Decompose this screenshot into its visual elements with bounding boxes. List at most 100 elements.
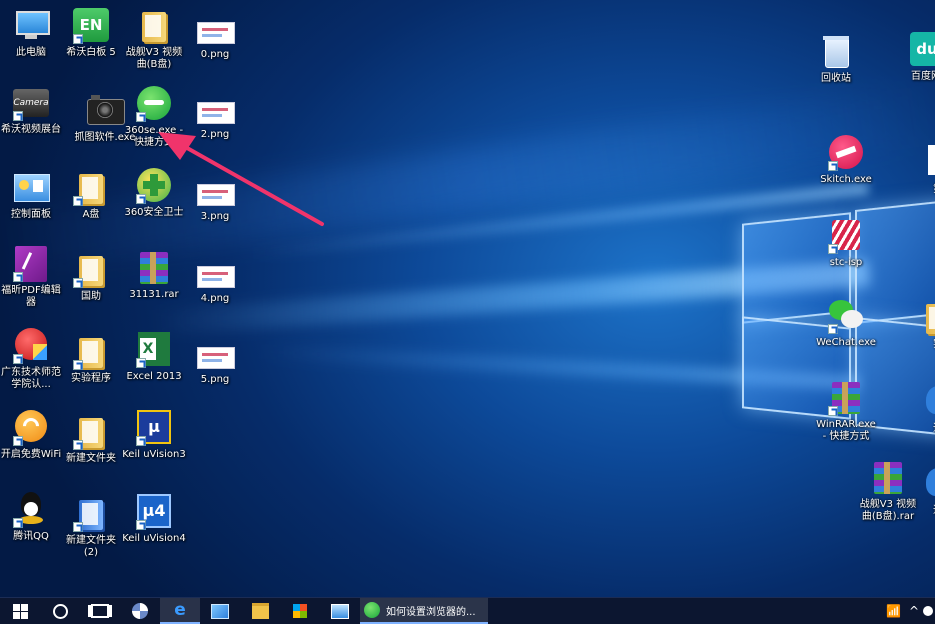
desktop-icon-seewo-camera[interactable]: Camera 希沃视频展台 <box>0 85 64 136</box>
fan-app-icon <box>132 603 148 619</box>
desktop-icon-new-folder-2[interactable]: 新建文件夹 (2) <box>58 496 124 559</box>
desktop-icon-label: 百度网 <box>911 71 935 82</box>
desktop-icon-label: 新建文件夹 (2) <box>66 535 116 558</box>
desktop-icon-label: 国助 <box>81 291 101 302</box>
taskbar: e 如何设置浏览器的... 📶 ^ <box>0 597 935 624</box>
task-view-button[interactable] <box>80 598 120 624</box>
360-browser-icon <box>136 86 172 122</box>
document-icon <box>920 145 935 181</box>
desktop[interactable]: 此电脑 Camera 希沃视频展台 控制面板 福昕PDF编辑器 广东技术师范学院… <box>0 0 935 597</box>
input-method-icon[interactable] <box>923 606 933 616</box>
desktop-icon-a-drive-folder[interactable]: A盘 <box>58 170 124 221</box>
folder-icon <box>136 8 172 44</box>
desktop-icon-label: 此电脑 <box>16 47 46 58</box>
desktop-icon-label: 4.png <box>200 293 230 304</box>
desktop-icon-label: 实 <box>905 339 935 351</box>
desktop-icon-label: 31131.rar <box>129 289 179 300</box>
desktop-icon-label: 第 <box>905 184 935 196</box>
desktop-icon-label: 福昕PDF编辑器 <box>1 285 61 308</box>
camera-app-icon: Camera <box>13 85 49 121</box>
desktop-icon-campus-auth[interactable]: 广东技术师范学院认... <box>0 328 64 391</box>
desktop-icon-label: 希沃视频展台 <box>1 124 61 135</box>
search-button[interactable] <box>40 598 80 624</box>
desktop-icon-qq[interactable]: 腾讯QQ <box>0 492 64 543</box>
desktop-icon-0-png[interactable]: 0.png <box>182 10 248 61</box>
taskbar-pin-paint[interactable] <box>200 598 240 624</box>
thunder-icon <box>920 466 935 502</box>
file-explorer-icon <box>251 603 269 619</box>
taskbar-window-browser[interactable]: 如何设置浏览器的... <box>360 598 488 624</box>
desktop-icon-seewo-whiteboard[interactable]: EN 希沃白板 5 <box>58 8 124 59</box>
start-icon <box>12 603 28 619</box>
desktop-icon-label: 战舰V3 视频曲(B盘) <box>125 47 183 70</box>
taskbar-pin-store[interactable] <box>280 598 320 624</box>
desktop-icon-excel-2013[interactable]: X Excel 2013 <box>121 332 187 383</box>
baidu-du-icon: du <box>908 32 935 68</box>
excel-icon: X <box>136 332 172 368</box>
folder-icon <box>73 414 109 450</box>
taskbar-pin-fan-app[interactable] <box>120 598 160 624</box>
wifi-icon[interactable]: 📶 <box>882 604 905 618</box>
desktop-icon-thunder[interactable]: 迅 <box>905 384 935 435</box>
wifi-app-icon <box>13 410 49 446</box>
paint-icon <box>211 603 229 619</box>
taskbar-window-title: 如何设置浏览器的... <box>386 606 476 618</box>
recycle-bin-icon <box>818 34 854 70</box>
desktop-icon-guozhu-folder[interactable]: 国助 <box>58 252 124 303</box>
desktop-icon-thunder-2[interactable]: 迅 <box>905 466 935 517</box>
control-panel-icon <box>13 170 50 206</box>
desktop-icon-label: A盘 <box>82 209 100 220</box>
desktop-icon-label: 开启免费WiFi <box>0 449 62 460</box>
desktop-icon-baidu[interactable]: du 百度网 <box>893 32 935 83</box>
desktop-icon-label: 实验程序 <box>71 373 111 384</box>
taskbar-pin-photo-viewer[interactable] <box>320 598 360 624</box>
rar-archive-icon <box>136 250 172 286</box>
photo-viewer-icon <box>331 603 349 619</box>
desktop-icon-wechat[interactable]: WeChat.exe <box>813 298 879 349</box>
desktop-icon-label: Excel 2013 <box>126 371 182 382</box>
desktop-icon-label: Keil uVision4 <box>122 533 186 544</box>
desktop-icon-label: 5.png <box>200 374 230 385</box>
desktop-icon-label: WinRAR.exe - 快捷方式 <box>816 419 876 442</box>
desktop-icon-31131-rar[interactable]: 31131.rar <box>121 250 187 301</box>
this-pc-icon <box>13 8 50 44</box>
annotation-arrow <box>158 132 324 226</box>
desktop-icon-label: 广东技术师范学院认... <box>1 367 61 390</box>
start-button[interactable] <box>0 598 40 624</box>
desktop-icon-label: 0.png <box>200 49 230 60</box>
desktop-icon-document[interactable]: 第 <box>905 145 935 196</box>
desktop-icon-stc-isp[interactable]: stc-isp <box>813 218 879 269</box>
desktop-icon-recycle-bin[interactable]: 回收站 <box>803 34 869 85</box>
desktop-icon-free-wifi[interactable]: 开启免费WiFi <box>0 410 64 461</box>
desktop-icon-label: 回收站 <box>821 73 851 84</box>
folder-icon <box>73 170 109 206</box>
desktop-icon-pdf-editor[interactable]: 福昕PDF编辑器 <box>0 246 64 309</box>
desktop-icon-lab-program-folder[interactable]: 实验程序 <box>58 334 124 385</box>
desktop-icon-label: Keil uVision3 <box>122 449 186 460</box>
desktop-icon-label: 控制面板 <box>11 209 51 220</box>
desktop-icon-label: 新建文件夹 <box>66 453 116 464</box>
taskbar-pin-edge[interactable]: e <box>160 598 200 624</box>
task-view-icon <box>91 604 109 618</box>
image-file-icon <box>197 254 235 290</box>
desktop-icon-winrar[interactable]: WinRAR.exe - 快捷方式 <box>813 380 879 443</box>
desktop-icon-label: stc-isp <box>829 257 863 268</box>
image-file-icon <box>197 335 235 371</box>
chevron-up-icon[interactable]: ^ <box>905 604 923 618</box>
desktop-icon-label: 迅 <box>905 423 935 435</box>
desktop-icon-skitch[interactable]: Skitch.exe <box>813 135 879 186</box>
desktop-icon-this-pc[interactable]: 此电脑 <box>0 8 64 59</box>
desktop-icon-keil-uvision3[interactable]: µ Keil uVision3 <box>121 410 187 461</box>
en-whiteboard-icon: EN <box>73 8 109 44</box>
desktop-icon-label: 迅 <box>905 505 935 517</box>
desktop-icon-5-png[interactable]: 5.png <box>182 335 248 386</box>
desktop-icon-keil-uvision4[interactable]: µ4 Keil uVision4 <box>121 494 187 545</box>
desktop-icon-control-panel[interactable]: 控制面板 <box>0 170 64 221</box>
desktop-icon-partial-folder[interactable]: 实 <box>905 300 935 351</box>
desktop-icon-zhanjian-folder[interactable]: 战舰V3 视频曲(B盘) <box>121 8 187 71</box>
desktop-icon-4-png[interactable]: 4.png <box>182 254 248 305</box>
winrar-icon <box>828 380 864 416</box>
desktop-icon-label: 希沃白板 5 <box>66 47 116 58</box>
desktop-icon-new-folder[interactable]: 新建文件夹 <box>58 414 124 465</box>
taskbar-pin-file-explorer[interactable] <box>240 598 280 624</box>
